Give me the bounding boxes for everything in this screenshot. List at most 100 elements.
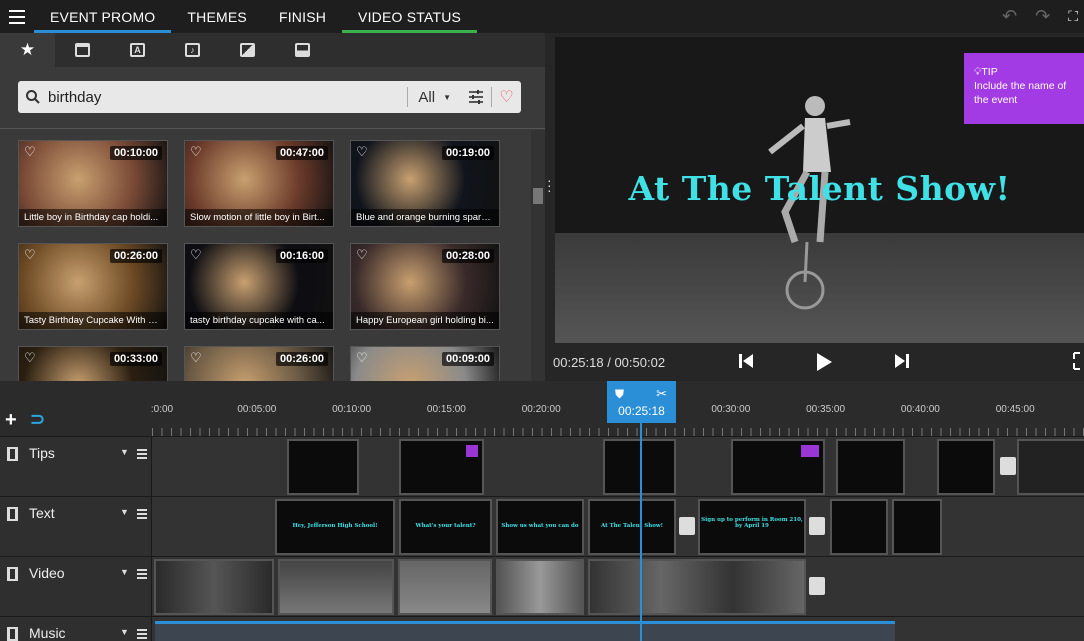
heart-icon[interactable]: ♡ — [356, 350, 368, 366]
filter-select[interactable]: All ▼ — [407, 87, 461, 107]
transition-icon[interactable] — [220, 33, 275, 67]
search-input[interactable] — [48, 88, 408, 106]
playhead-marker[interactable]: ⛊ ✂ 00:25:18 — [607, 381, 676, 423]
video-clip[interactable] — [496, 559, 584, 615]
text-clip[interactable] — [830, 499, 888, 555]
duration-badge: 00:26:00 — [275, 352, 328, 366]
ruler-label: 00:15:00 — [426, 404, 466, 415]
duration-badge: 00:16:00 — [275, 249, 328, 263]
favorites-icon[interactable]: ★ — [0, 33, 55, 67]
music-clip[interactable] — [155, 621, 895, 641]
chevron-down-icon[interactable]: ▼ — [120, 507, 129, 517]
thumbnail-caption: Blue and orange burning sparkl... — [351, 209, 499, 226]
fullscreen-icon[interactable]: ⛶ — [1068, 8, 1078, 25]
heart-icon[interactable]: ♡ — [491, 87, 521, 107]
sliders-icon[interactable] — [461, 90, 491, 104]
tip-clip[interactable] — [287, 439, 359, 495]
magnet-icon[interactable]: ⊃ — [30, 409, 45, 430]
heart-icon[interactable]: ♡ — [190, 144, 202, 160]
media-thumbnail[interactable]: ♡ 00:33:00 — [18, 346, 168, 381]
text-clip[interactable]: At The Talent Show! — [588, 499, 676, 555]
text-clip[interactable]: Hey, Jefferson High School! — [275, 499, 395, 555]
tip-clip[interactable] — [1017, 439, 1084, 495]
transition-marker[interactable] — [679, 517, 695, 535]
heart-icon[interactable]: ♡ — [24, 144, 36, 160]
tab-event-promo[interactable]: EVENT PROMO — [34, 0, 172, 33]
thumbnail-caption: Little boy in Birthday cap holdi... — [19, 209, 167, 226]
scissors-icon[interactable]: ✂ — [656, 386, 667, 402]
duration-badge: 00:19:00 — [441, 146, 494, 160]
media-thumbnail[interactable]: ♡ 00:26:00 — [184, 346, 334, 381]
play-icon[interactable] — [814, 351, 834, 373]
text-clip[interactable]: What's your talent? — [399, 499, 492, 555]
marker-icon[interactable]: ⛊ — [615, 387, 624, 402]
text-clip[interactable]: Show us what you can do — [496, 499, 584, 555]
music-icon[interactable]: ♪ — [165, 33, 220, 67]
film-icon — [7, 507, 18, 521]
tip-clip[interactable] — [836, 439, 905, 495]
expand-icon[interactable] — [1072, 351, 1084, 371]
text-clip-label: Sign up to perform in Room 210, by April… — [701, 517, 803, 529]
transition-marker[interactable] — [809, 517, 825, 535]
media-thumbnail[interactable]: ♡ 00:10:00 Little boy in Birthday cap hold… — [18, 140, 168, 227]
resize-handle[interactable]: · · · — [547, 173, 552, 197]
video-clip[interactable] — [588, 559, 806, 615]
tip-clip[interactable] — [731, 439, 825, 495]
tab-themes[interactable]: THEMES — [171, 0, 263, 33]
tip-clip[interactable] — [937, 439, 995, 495]
track-lane[interactable] — [152, 557, 1084, 616]
tip-indicator — [466, 445, 478, 457]
track-menu-icon[interactable] — [137, 629, 147, 641]
video-clip[interactable] — [398, 559, 492, 615]
heart-icon[interactable]: ♡ — [24, 247, 36, 263]
scrollbar[interactable] — [531, 130, 545, 381]
track-lane[interactable] — [152, 437, 1084, 496]
track-header: Text ▼ — [0, 497, 152, 556]
track-menu-icon[interactable] — [137, 509, 147, 521]
tip-clip[interactable] — [399, 439, 484, 495]
chevron-down-icon[interactable]: ▼ — [120, 627, 129, 637]
film-icon — [7, 447, 18, 461]
media-thumbnail[interactable]: ♡ 00:26:00 Tasty Birthday Cupcake With C..… — [18, 243, 168, 330]
chevron-down-icon[interactable]: ▼ — [120, 447, 129, 457]
thumbnail-caption: Happy European girl holding bi... — [351, 312, 499, 329]
text-clip[interactable]: Sign up to perform in Room 210, by April… — [698, 499, 806, 555]
track-lane[interactable]: Hey, Jefferson High School! What's your … — [152, 497, 1084, 556]
tab-finish[interactable]: FINISH — [263, 0, 342, 33]
media-thumbnail[interactable]: ♡ 00:16:00 tasty birthday cupcake with ca.… — [184, 243, 334, 330]
skip-back-icon[interactable] — [736, 351, 756, 371]
video-clip[interactable] — [154, 559, 274, 615]
chevron-down-icon[interactable]: ▼ — [120, 567, 129, 577]
heart-icon[interactable]: ♡ — [356, 144, 368, 160]
heart-icon[interactable]: ♡ — [356, 247, 368, 263]
heart-icon[interactable]: ♡ — [190, 247, 202, 263]
undo-icon[interactable]: ↶ — [1002, 6, 1017, 27]
menu-icon[interactable] — [0, 0, 34, 33]
skip-forward-icon[interactable] — [892, 351, 912, 371]
media-thumbnail[interactable]: ♡ 00:28:00 Happy European girl holding bi.… — [350, 243, 500, 330]
track-name: Text — [29, 505, 55, 521]
track-menu-icon[interactable] — [137, 449, 147, 461]
track-text: Text ▼ Hey, Jefferson High School! What'… — [0, 496, 1084, 556]
preview-title: At The Talent Show! — [628, 169, 1011, 208]
heart-icon[interactable]: ♡ — [190, 350, 202, 366]
media-thumbnail[interactable]: ♡ 00:47:00 Slow motion of little boy in Bi… — [184, 140, 334, 227]
tab-video-status[interactable]: VIDEO STATUS — [342, 0, 478, 33]
tab-label: FINISH — [278, 8, 327, 25]
transition-marker[interactable] — [1000, 457, 1016, 475]
media-thumbnail[interactable]: ♡ 00:19:00 Blue and orange burning sparkl.… — [350, 140, 500, 227]
folder-star-icon[interactable] — [55, 33, 110, 67]
media-thumbnail[interactable]: ♡ 00:09:00 — [350, 346, 500, 381]
video-clip[interactable] — [278, 559, 394, 615]
add-track-icon[interactable]: + — [5, 409, 17, 432]
playhead-line[interactable] — [640, 423, 642, 641]
heart-icon[interactable]: ♡ — [24, 350, 36, 366]
image-icon[interactable] — [275, 33, 330, 67]
text-clip[interactable] — [892, 499, 942, 555]
scrollbar-thumb[interactable] — [533, 188, 543, 204]
track-menu-icon[interactable] — [137, 569, 147, 581]
text-template-icon[interactable]: A — [110, 33, 165, 67]
redo-icon[interactable]: ↷ — [1035, 6, 1050, 27]
transition-marker[interactable] — [809, 577, 825, 595]
tip-box: 💡︎TIP Include the name of the event — [964, 53, 1084, 124]
